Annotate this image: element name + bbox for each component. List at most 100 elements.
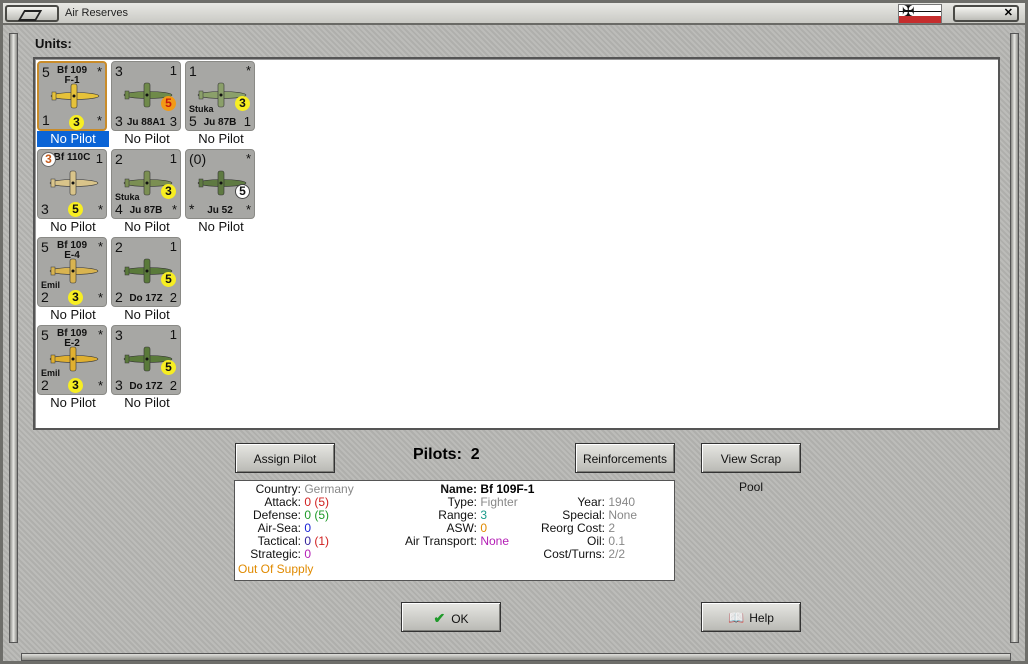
counter-top-right: 1	[169, 239, 177, 254]
range-value: 3	[480, 508, 488, 522]
counter-bottom-right: 1	[243, 114, 251, 129]
counter-top-left: 2	[115, 151, 123, 167]
air-unit-counter[interactable]: 2 1 5 2 Do 17Z 2 No Pilot	[111, 237, 183, 325]
counter-top-left: 2	[115, 239, 123, 255]
range-badge: 3	[235, 96, 250, 111]
assign-pilot-button[interactable]: Assign Pilot	[235, 443, 335, 473]
counter-bottom-right: *	[97, 378, 103, 393]
defense-value: 0	[304, 508, 312, 522]
counter-top-right: 1	[169, 327, 177, 342]
window-title: Air Reserves	[65, 7, 128, 19]
counter-top-right: 1	[169, 151, 177, 166]
counter-top-left: 3	[41, 152, 56, 167]
counter-bottom-right: *	[97, 202, 103, 217]
year-value: 1940	[608, 495, 636, 509]
unit-counter-tile[interactable]: 1 Bf 110C 3 3 * 5	[37, 149, 107, 219]
units-label: Units:	[35, 36, 72, 51]
asw-value: 0	[480, 521, 488, 535]
help-button[interactable]: 📖 Help	[701, 602, 801, 632]
reorg-cost-value: 2	[608, 521, 616, 535]
counter-bottom-right: 2	[169, 290, 177, 305]
counter-bottom-left: 2	[41, 377, 49, 393]
air-unit-counter[interactable]: 1 Bf 110C 3 3 * 5 No Pilot	[37, 149, 109, 237]
range-badge: 5	[161, 272, 176, 287]
system-menu-button[interactable]	[5, 5, 59, 22]
cost-turns-value: 2/2	[608, 547, 626, 561]
pilots-value: 2	[470, 446, 480, 463]
type-value: Fighter	[480, 495, 518, 509]
left-frame-post	[9, 33, 18, 643]
range-badge: 5	[161, 96, 176, 111]
german-flag-icon	[898, 2, 942, 24]
airsea-value: 0	[304, 521, 312, 535]
counter-bottom-right: 2	[169, 378, 177, 393]
counter-top-left: 3	[115, 63, 123, 79]
air-unit-counter[interactable]: (0) * 5 * Ju 52 * No Pilot	[185, 149, 257, 237]
air-unit-counter[interactable]: 2 1 Stuka 3 4 Ju 87B * No Pilot	[111, 149, 183, 237]
bottom-frame-bar	[21, 653, 1011, 661]
air-unit-counter[interactable]: 3 1 5 3 Do 17Z 2 No Pilot	[111, 325, 183, 413]
unit-counter-tile[interactable]: 2 1 Stuka 3 4 Ju 87B *	[111, 149, 181, 219]
oil-value: 0.1	[608, 534, 626, 548]
range-badge: 3	[161, 184, 176, 199]
air-unit-counter[interactable]: 5 * Bf 109 E-2 Emil 3 2 * No Pilot	[37, 325, 109, 413]
unit-counter-tile[interactable]: 5 * Bf 109 F-1 3 1 *	[37, 61, 107, 131]
pilot-status-label: No Pilot	[124, 131, 170, 146]
pilots-count: Pilots: 2	[413, 446, 480, 464]
tactical-value: 0	[304, 534, 312, 548]
special-value: None	[608, 508, 638, 522]
name-value: Bf 109F-1	[480, 482, 535, 496]
unit-counter-tile[interactable]: 3 1 5 3 Ju 88A1 3	[111, 61, 181, 131]
unit-counter-tile[interactable]: 5 * Bf 109 E-2 Emil 3 2 *	[37, 325, 107, 395]
unit-counter-tile[interactable]: 2 1 5 2 Do 17Z 2	[111, 237, 181, 307]
right-frame-post	[1010, 33, 1019, 643]
close-button[interactable]: ✕	[953, 5, 1019, 22]
strategic-value: 0	[304, 547, 312, 561]
air-unit-counter[interactable]: 1 * Stuka 3 5 Ju 87B 1 No Pilot	[185, 61, 257, 149]
unit-info-panel: Country: Germany Attack: 0 (5) Defense: …	[234, 480, 675, 581]
air-unit-counter[interactable]: 5 * Bf 109 E-4 Emil 3 2 * No Pilot	[37, 237, 109, 325]
reinforcements-button[interactable]: Reinforcements	[575, 443, 675, 473]
counter-bottom-left: 2	[41, 289, 49, 305]
range-badge: 5	[68, 202, 83, 217]
air-unit-counter[interactable]: 5 * Bf 109 F-1 3 1 * No Pilot	[37, 61, 109, 149]
unit-counter-tile[interactable]: 1 * Stuka 3 5 Ju 87B 1	[185, 61, 255, 131]
checkmark-icon: ✔	[433, 610, 446, 626]
unit-counter-tile[interactable]: 3 1 5 3 Do 17Z 2	[111, 325, 181, 395]
pilot-status-label: No Pilot	[124, 395, 170, 410]
unit-counter-tile[interactable]: (0) * 5 * Ju 52 *	[185, 149, 255, 219]
counter-bottom-right: *	[171, 202, 177, 217]
view-scrap-pool-button[interactable]: View Scrap Pool	[701, 443, 801, 494]
units-panel: 5 * Bf 109 F-1 3 1 * No Pilot 3 1 5 3 Ju…	[33, 57, 1000, 430]
range-badge: 3	[68, 378, 83, 393]
ok-button[interactable]: ✔ OK	[401, 602, 501, 632]
pilots-label: Pilots:	[413, 446, 462, 463]
counter-top-right: *	[245, 151, 251, 166]
attack-extra: (5)	[314, 495, 330, 509]
counter-bottom-right: 3	[169, 114, 177, 129]
defense-extra: (5)	[314, 508, 330, 522]
pilot-status-label: No Pilot	[124, 307, 170, 322]
pilot-status-label: No Pilot	[37, 131, 109, 147]
counter-bottom-left: 3	[41, 201, 49, 217]
air-unit-counter[interactable]: 3 1 5 3 Ju 88A1 3 No Pilot	[111, 61, 183, 149]
counter-bottom-right: *	[97, 290, 103, 305]
air-transport-value: None	[480, 534, 510, 548]
aircraft-icon	[49, 170, 99, 196]
unit-counter-tile[interactable]: 5 * Bf 109 E-4 Emil 3 2 *	[37, 237, 107, 307]
range-badge: 5	[235, 184, 250, 199]
counter-top-right: *	[245, 63, 251, 78]
counter-top-left: (0)	[189, 151, 207, 167]
book-icon: 📖	[728, 610, 745, 625]
counter-model: Ju 52	[207, 205, 233, 216]
pilot-status-label: No Pilot	[198, 219, 244, 234]
pilot-status-label: No Pilot	[50, 219, 96, 234]
pilot-status-label: No Pilot	[50, 395, 96, 410]
pilot-status-label: No Pilot	[124, 219, 170, 234]
counter-top-left: 1	[189, 63, 197, 79]
aircraft-icon	[50, 83, 100, 109]
title-bar: Air Reserves ✕	[3, 2, 1025, 25]
counter-bottom-right: *	[245, 202, 251, 217]
pilot-status-label: No Pilot	[50, 307, 96, 322]
country-value: Germany	[304, 482, 354, 496]
